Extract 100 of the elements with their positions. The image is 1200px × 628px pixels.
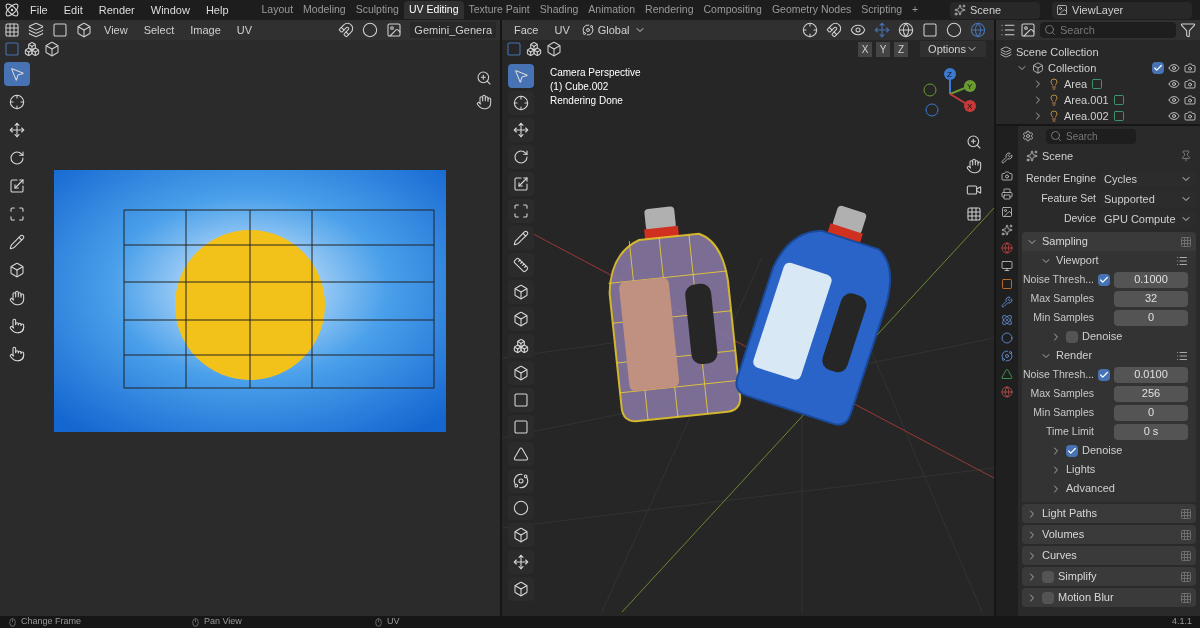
menu-item[interactable]: Image [186,21,225,39]
outliner-item[interactable]: Area.001 [1064,91,1109,109]
number-field[interactable]: 0 [1114,404,1188,421]
checkbox[interactable] [1098,368,1110,381]
workspace-tab[interactable]: Layout [256,1,299,19]
property-label: Feature Set [1040,191,1096,207]
search-icon [1050,130,1062,142]
transform-tool-icon[interactable] [508,199,534,223]
property-label: Max Samples [1029,385,1094,401]
number-field[interactable]: 32 [1114,290,1188,307]
workspace-tab[interactable]: Scripting [856,1,908,19]
number-field[interactable]: 0.0100 [1114,366,1188,383]
measure-tool-icon[interactable] [508,253,534,277]
panel-header[interactable]: Sampling [1042,233,1088,250]
subpanel-header[interactable]: Denoise [1082,328,1123,345]
number-field[interactable]: 0 [1114,309,1188,326]
eye-icon [1168,110,1180,122]
subpanel-header[interactable]: Denoise [1082,442,1123,459]
outliner-item[interactable]: Area.002 [1064,107,1109,125]
panel-header[interactable]: Volumes [1042,526,1085,543]
mirror-axis-toggle[interactable]: Y [876,41,891,57]
orientation-dropdown[interactable]: Global [581,21,646,39]
menu-item[interactable]: UV [232,21,257,39]
outliner-item[interactable]: Area [1064,75,1088,93]
menu-item[interactable]: Face [510,21,543,39]
checkbox[interactable] [1042,591,1054,604]
panel-header[interactable]: Motion Blur [1058,589,1114,606]
image-name-field[interactable]: Gemini_Genera [410,22,496,38]
workspace-tab[interactable]: Compositing [698,1,767,19]
menu-item[interactable]: Help [199,1,235,19]
menu-item[interactable]: Select [139,21,179,39]
mouse-icon [191,617,200,627]
view-layer-icon [1056,4,1068,16]
workspace-tab[interactable]: Texture Paint [463,1,535,19]
panel-header[interactable]: Light Paths [1042,505,1098,522]
subpanel-header[interactable]: Lights [1066,461,1096,478]
subpanel-header[interactable]: Render [1056,347,1093,364]
mirror-axis-toggle[interactable]: X [858,41,873,57]
eye-icon [1168,78,1180,90]
status-hint: Change Frame [21,615,82,628]
outliner-item[interactable]: Collection [1048,59,1097,77]
eye-icon [1168,62,1180,74]
viewport-info-text: Camera Perspective [550,66,641,80]
version-label: 4.1.1 [1171,615,1192,628]
checkbox[interactable] [1152,62,1164,74]
workspace-tab[interactable]: Shading [534,1,584,19]
workspace-tab[interactable]: UV Editing [403,1,464,19]
options-dropdown[interactable]: Options [920,41,986,57]
menu-item[interactable]: Render [92,1,141,19]
modifier-tab-icon [1001,296,1013,308]
workspace-tab[interactable]: Modeling [298,1,351,19]
drag-handle-icon [1180,549,1192,562]
search-field[interactable]: Search [1046,128,1136,144]
eye-icon [1168,94,1180,106]
workspace-tab[interactable]: Geometry Nodes [766,1,857,19]
menu-item[interactable]: View [100,21,132,39]
select-tool-icon[interactable] [4,62,30,86]
zoom-icon [966,134,982,150]
number-field[interactable]: 0.1000 [1114,271,1188,288]
mirror-axis-toggle[interactable]: Z [894,41,909,57]
material-tab-icon [1001,386,1013,398]
menu-item[interactable]: UV [550,21,574,39]
select-tool-icon[interactable] [508,64,534,88]
physics-tab-icon [1001,332,1013,344]
checkbox[interactable] [1098,273,1110,286]
light-data-icon [1091,78,1104,90]
rotate-tool-icon[interactable] [508,145,534,169]
annotate-tool-icon[interactable] [508,226,534,250]
number-field[interactable]: 256 [1114,385,1188,402]
camera-view-icon [966,182,982,198]
checkbox[interactable] [1042,570,1054,583]
panel-header[interactable]: Curves [1042,547,1077,564]
view-layer-selector[interactable]: ViewLayer [1052,1,1192,19]
subpanel-header[interactable]: Advanced [1066,480,1115,497]
overlay-icon [898,22,914,38]
search-field[interactable]: Search [1040,22,1176,38]
move-tool-icon[interactable] [508,118,534,142]
workspace-tab[interactable]: + [907,1,924,19]
snap-icon [338,22,355,38]
checkbox[interactable] [1066,444,1078,457]
menu-item[interactable]: File [24,1,54,19]
panel-header[interactable]: Simplify [1058,568,1097,585]
outliner-item[interactable]: Scene Collection [1016,43,1099,61]
workspace-tab[interactable]: Rendering [640,1,699,19]
workspace-tab[interactable]: Sculpting [350,1,404,19]
presets-icon [1176,254,1188,267]
subpanel-header[interactable]: Viewport [1056,252,1099,269]
workspace-tab[interactable]: Animation [583,1,641,19]
image-icon [386,22,403,38]
menu-item[interactable]: Window [144,1,196,19]
cursor-tool-icon[interactable] [508,91,534,115]
transform-orientation-icon [581,24,594,36]
drag-handle-icon [1180,507,1192,520]
scene-selector[interactable]: Scene [950,1,1040,19]
collection-tab-icon [1001,260,1013,272]
number-field[interactable]: 0 s [1114,423,1188,440]
scale-tool-icon[interactable] [508,172,534,196]
menu-item[interactable]: Edit [57,1,89,19]
checkbox[interactable] [1066,330,1078,343]
pan-icon [476,94,492,110]
